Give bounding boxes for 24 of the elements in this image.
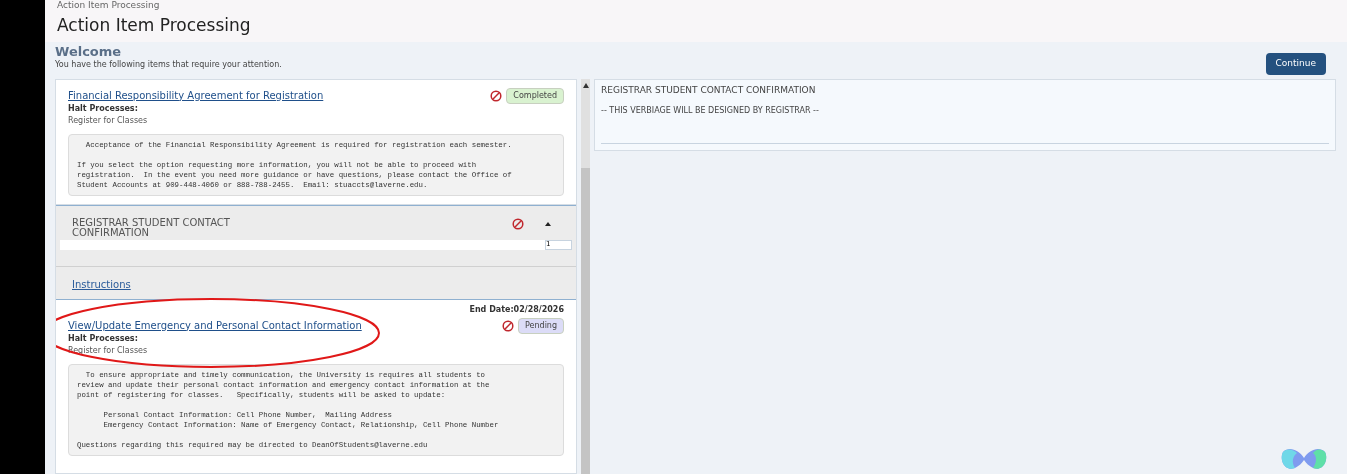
- detail-text: -- THIS VERBIAGE WILL BE DESIGNED BY REGISTRAR --: [601, 105, 820, 117]
- halt-label: Halt Processes:: [68, 103, 139, 114]
- halt-label: Halt Processes:: [68, 333, 139, 344]
- action-item-link[interactable]: View/Update Emergency and Personal Contact Information: [68, 317, 362, 333]
- accordion-title[interactable]: REGISTRAR STUDENT CONTACT CONFIRMATION: [72, 217, 252, 238]
- action-item-link[interactable]: Financial Responsibility Agreement for Registration: [68, 87, 324, 103]
- scrollbar-thumb[interactable]: [581, 167, 590, 474]
- status-badge: Pending: [518, 317, 564, 334]
- prohibited-icon: [512, 217, 524, 230]
- prohibited-icon: [502, 319, 514, 332]
- scroll-up-icon[interactable]: [582, 82, 589, 88]
- detail-title: REGISTRAR STUDENT CONTACT CONFIRMATION: [601, 83, 817, 97]
- welcome-heading: Welcome: [55, 45, 123, 59]
- halt-process: Register for Classes: [68, 115, 149, 126]
- continue-button[interactable]: Continue: [1265, 53, 1326, 75]
- instructions-link[interactable]: Instructions: [72, 278, 131, 290]
- logo-icon: [1279, 446, 1329, 472]
- welcome-subtitle: You have the following items that require your attention.: [55, 59, 282, 71]
- breadcrumb: Action Item Processing: [57, 0, 161, 10]
- status-badge: Completed: [506, 87, 564, 104]
- end-date: End Date:02/28/2026: [469, 303, 564, 316]
- collapse-caret-icon[interactable]: [544, 220, 552, 227]
- prohibited-icon: [490, 89, 503, 102]
- page-title: Action Item Processing: [57, 14, 252, 36]
